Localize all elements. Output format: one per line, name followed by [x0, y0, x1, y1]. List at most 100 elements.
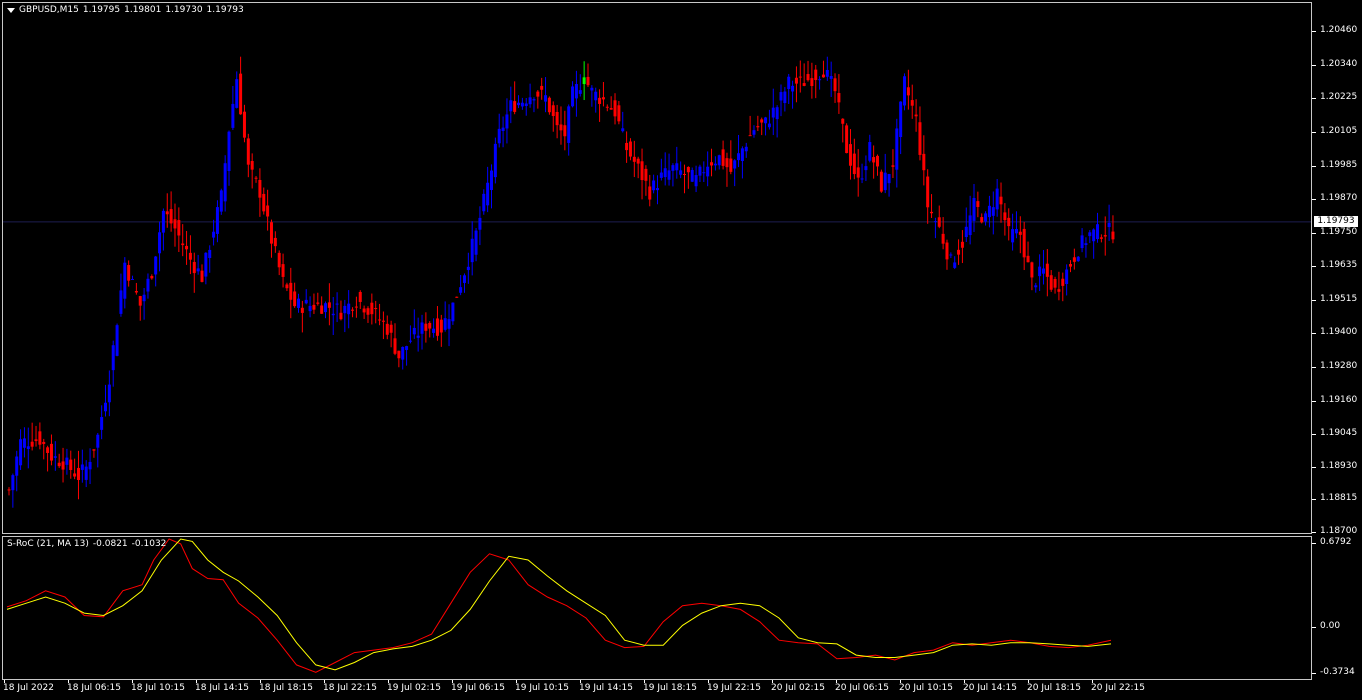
candle-body — [1065, 269, 1069, 284]
candle-body — [567, 106, 571, 143]
time-axis-label: 20 Jul 18:15 — [1027, 683, 1081, 693]
candle-body — [1069, 264, 1072, 267]
candle-body — [868, 142, 872, 161]
candle-body — [1034, 285, 1038, 288]
candle-body — [177, 220, 181, 236]
candle-body — [254, 177, 258, 179]
candle-body — [339, 312, 343, 320]
candle-body — [158, 232, 162, 254]
candle-body — [131, 278, 135, 280]
candle-body — [559, 124, 563, 131]
candle-body — [262, 193, 266, 212]
candle-body — [544, 95, 548, 102]
candle-body — [331, 313, 335, 316]
time-axis-label: 20 Jul 10:15 — [899, 683, 953, 693]
candle-body — [1107, 222, 1111, 228]
current-price-label: 1.19793 — [1314, 215, 1358, 227]
candle-body — [945, 242, 949, 260]
candle-body — [242, 111, 246, 138]
candle-body — [1014, 228, 1018, 234]
candle-body — [841, 118, 845, 124]
candle-body — [154, 256, 158, 275]
indicator-chart-svg[interactable] — [3, 537, 1311, 679]
candle-body — [995, 188, 999, 210]
candle-body — [362, 308, 366, 313]
candle-body — [26, 446, 30, 450]
candle-body — [412, 327, 416, 335]
time-axis-label: 20 Jul 22:15 — [1091, 683, 1145, 693]
candle-body — [266, 205, 270, 217]
candle-body — [1049, 275, 1053, 290]
candle-body — [879, 171, 883, 192]
oscillator-axis[interactable]: 0.6792 0.00 -0.3734 — [1311, 536, 1362, 680]
candle-body — [478, 217, 482, 230]
candle-body — [833, 78, 837, 92]
candle-body — [150, 275, 154, 279]
candle-body — [297, 298, 300, 308]
candle-body — [231, 103, 235, 128]
candle-body — [663, 168, 667, 178]
candle-body — [837, 93, 841, 103]
candle-body — [200, 270, 204, 282]
symbol-timeframe: GBPUSD,M15 — [19, 5, 79, 15]
chart-menu-triangle-icon[interactable] — [7, 7, 15, 13]
candle-body — [370, 302, 374, 315]
candle-body — [752, 130, 756, 135]
price-axis-label: 1.18815 — [1311, 493, 1358, 504]
chart-window[interactable]: GBPUSD,M15 1.19795 1.19801 1.19730 1.197… — [0, 0, 1362, 700]
candle-body — [818, 79, 822, 81]
candle-body — [443, 318, 447, 330]
candle-body — [555, 111, 559, 126]
candle-body — [872, 157, 876, 163]
time-axis[interactable]: 18 Jul 2022 18 Jul 06:15 18 Jul 10:15 18 Ju… — [0, 680, 1362, 700]
candle-body — [582, 77, 586, 85]
candle-body — [250, 160, 254, 170]
time-axis-label: 20 Jul 14:15 — [963, 683, 1017, 693]
candle-body — [891, 165, 895, 167]
candle-body — [505, 114, 509, 129]
candle-body — [667, 170, 671, 180]
candle-body — [138, 296, 142, 306]
candle-body — [451, 302, 455, 322]
price-chart-svg[interactable] — [3, 3, 1311, 533]
candle-body — [239, 73, 243, 115]
candle-body — [1088, 232, 1092, 237]
candle-body — [524, 103, 528, 106]
low-price: 1.19730 — [165, 5, 203, 15]
candle-body — [756, 126, 760, 128]
candle-body — [968, 215, 972, 236]
price-axis[interactable]: 1.20460 1.20340 1.20225 1.20105 1.19985 1.198… — [1311, 2, 1362, 536]
candle-body — [984, 213, 988, 222]
candle-body — [960, 241, 964, 248]
time-axis-label: 19 Jul 22:15 — [707, 683, 761, 693]
candle-body — [903, 76, 907, 106]
candle-body — [196, 268, 200, 272]
price-chart-panel[interactable]: GBPUSD,M15 1.19795 1.19801 1.19730 1.197… — [2, 2, 1312, 534]
candle-body — [648, 186, 652, 200]
candle-body — [258, 179, 262, 198]
candle-body — [277, 252, 281, 268]
candle-body — [860, 178, 864, 180]
candle-body — [852, 153, 856, 175]
price-axis-label: 1.18700 — [1311, 526, 1358, 536]
candle-body — [586, 76, 590, 86]
candle-body — [134, 290, 138, 293]
candle-body — [926, 176, 930, 208]
price-axis-label: 1.20225 — [1311, 91, 1358, 102]
candle-body — [953, 262, 957, 268]
candle-body — [424, 323, 428, 331]
candle-body — [192, 261, 196, 274]
candle-body — [1003, 212, 1007, 221]
candle-body — [767, 123, 771, 128]
oscillator-axis-label: 0.6792 — [1312, 537, 1352, 547]
candle-body — [30, 441, 34, 447]
candle-body — [933, 221, 937, 223]
candle-body — [686, 166, 690, 173]
candle-body — [605, 106, 609, 108]
time-axis-label: 19 Jul 06:15 — [451, 683, 505, 693]
candle-body — [628, 141, 632, 157]
candle-body — [300, 307, 304, 313]
price-axis-label: 1.19870 — [1311, 192, 1358, 203]
candle-body — [358, 292, 362, 302]
indicator-panel[interactable]: S-RoC (21, MA 13) -0.0821 -0.1032 — [2, 536, 1312, 680]
